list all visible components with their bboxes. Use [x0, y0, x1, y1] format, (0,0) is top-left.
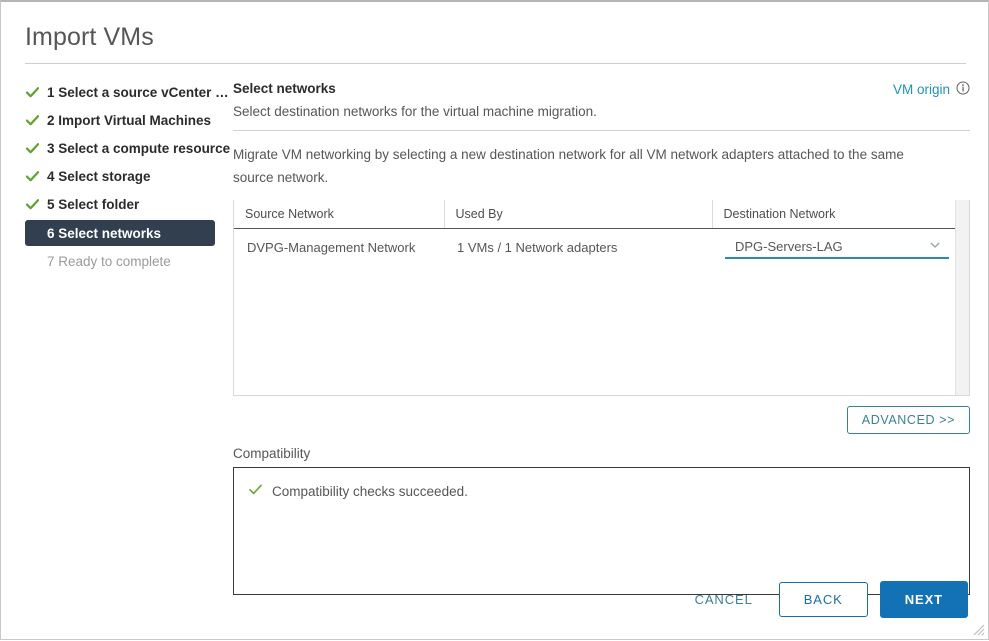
dialog-body: 1 Select a source vCenter S… 2 Import Vi… — [1, 64, 988, 595]
sidebar-item-select-source-vcenter[interactable]: 1 Select a source vCenter S… — [25, 80, 233, 105]
check-icon — [25, 197, 43, 212]
dialog-header: Import VMs — [1, 2, 988, 64]
vm-origin-label: VM origin — [892, 82, 950, 97]
column-header-source-network[interactable]: Source Network — [234, 200, 445, 229]
section-intro-text: Migrate VM networking by selecting a new… — [233, 147, 904, 185]
chevron-down-icon[interactable] — [929, 239, 941, 254]
table-header-row: Source Network Used By Destination Netwo… — [234, 200, 955, 229]
sidebar-item-label: 6 Select networks — [47, 225, 162, 241]
sidebar-item-select-compute-resource[interactable]: 3 Select a compute resource — [25, 136, 233, 161]
check-icon — [248, 482, 263, 500]
sidebar-item-label: 2 Import Virtual Machines — [47, 113, 212, 128]
table-row[interactable]: DVPG-Management Network 1 VMs / 1 Networ… — [234, 229, 955, 266]
sidebar-item-select-storage[interactable]: 4 Select storage — [25, 164, 233, 189]
back-button[interactable]: BACK — [778, 582, 868, 617]
compatibility-status-text: Compatibility checks succeeded. — [272, 483, 468, 499]
page-title: Import VMs — [25, 23, 154, 51]
sidebar-item-select-folder[interactable]: 5 Select folder — [25, 192, 233, 217]
cell-destination-network: DPG-Servers-LAG — [712, 229, 955, 266]
check-icon — [25, 141, 43, 156]
check-icon — [25, 85, 43, 100]
sidebar-item-label: 5 Select folder — [47, 197, 140, 212]
resize-grip-icon[interactable] — [972, 623, 985, 636]
sidebar-item-select-networks[interactable]: 6 Select networks — [25, 220, 215, 246]
column-header-destination-network[interactable]: Destination Network — [712, 200, 955, 229]
advanced-row: ADVANCED >> — [233, 406, 970, 434]
sidebar-item-label: 3 Select a compute resource — [47, 141, 231, 156]
sidebar-item-import-virtual-machines[interactable]: 2 Import Virtual Machines — [25, 108, 233, 133]
destination-network-value: DPG-Servers-LAG — [735, 238, 843, 254]
compatibility-label: Compatibility — [233, 446, 311, 461]
compatibility-box: Compatibility checks succeeded. — [233, 467, 970, 595]
info-circle-icon[interactable] — [956, 81, 970, 98]
section-header-text: Select networks Select destination netwo… — [233, 80, 597, 121]
cell-source-network: DVPG-Management Network — [247, 239, 416, 255]
networks-table-body: Source Network Used By Destination Netwo… — [234, 200, 955, 395]
sidebar-item-label: 7 Ready to complete — [47, 254, 171, 269]
sidebar-item-ready-to-complete[interactable]: 7 Ready to complete — [25, 249, 233, 274]
check-icon — [25, 169, 43, 184]
check-icon — [25, 113, 43, 128]
import-vms-dialog: Import VMs 1 Select a source vCenter S… … — [0, 0, 989, 640]
compatibility-status: Compatibility checks succeeded. — [248, 482, 955, 500]
sidebar-item-label: 1 Select a source vCenter S… — [47, 85, 233, 100]
section-subtitle: Select destination networks for the virt… — [233, 104, 597, 119]
cell-used-by: 1 VMs / 1 Network adapters — [457, 239, 618, 255]
wizard-steps-sidebar: 1 Select a source vCenter S… 2 Import Vi… — [1, 80, 233, 595]
vm-origin-link[interactable]: VM origin — [893, 80, 970, 98]
section-header: Select networks Select destination netwo… — [233, 80, 970, 121]
column-header-used-by[interactable]: Used By — [444, 200, 713, 229]
cancel-button[interactable]: CANCEL — [681, 583, 767, 616]
main-panel: Select networks Select destination netwo… — [233, 80, 988, 595]
destination-network-dropdown[interactable]: DPG-Servers-LAG — [725, 235, 949, 259]
section-title: Select networks — [233, 81, 336, 96]
sidebar-item-label: 4 Select storage — [47, 169, 151, 184]
networks-table: Source Network Used By Destination Netwo… — [233, 200, 970, 396]
table-vertical-scrollbar[interactable] — [955, 200, 969, 395]
dialog-footer: CANCEL BACK NEXT — [681, 581, 968, 618]
next-button[interactable]: NEXT — [879, 581, 968, 618]
section-divider — [233, 130, 970, 131]
advanced-button[interactable]: ADVANCED >> — [846, 406, 970, 434]
